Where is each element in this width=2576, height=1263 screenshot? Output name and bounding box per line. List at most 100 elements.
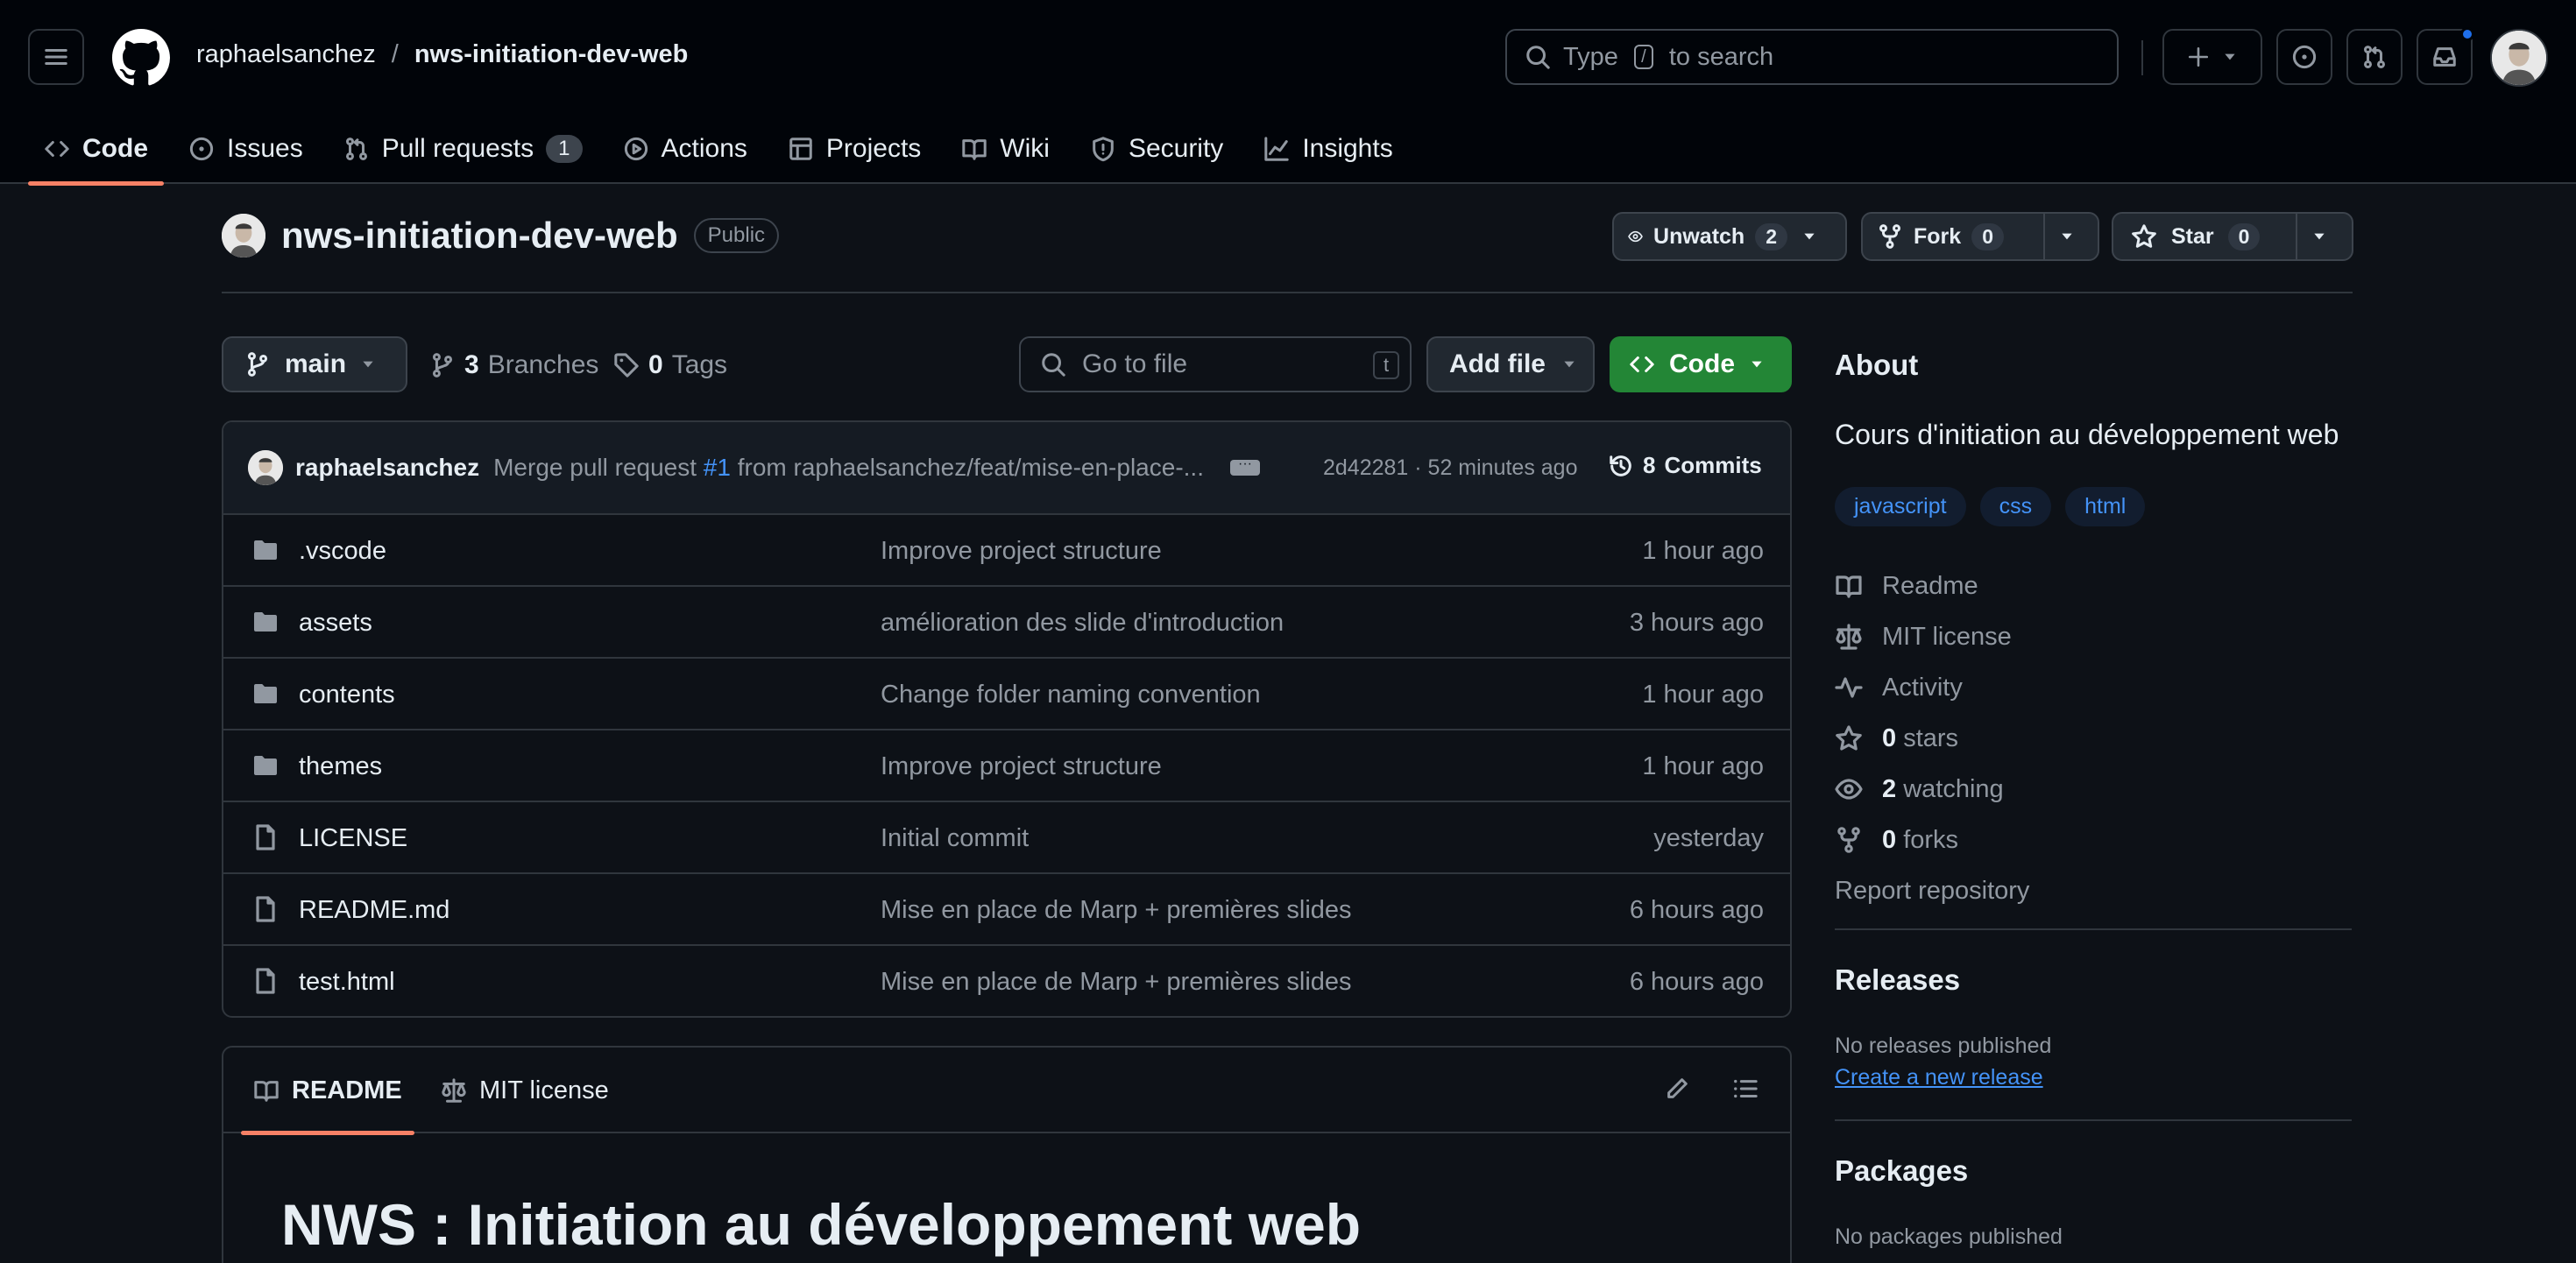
fork-count: 0 — [1971, 222, 2004, 250]
watching-link[interactable]: 2 watching — [1835, 764, 2029, 815]
issues-shortcut-button[interactable] — [2276, 29, 2332, 85]
file-commit-message[interactable]: Improve project structure — [881, 752, 1162, 781]
fork-main[interactable]: Fork 0 — [1863, 214, 2043, 259]
tags-link[interactable]: 0 Tags — [613, 350, 727, 380]
topic-tag[interactable]: html — [2065, 487, 2146, 526]
star-label: Star — [2171, 223, 2214, 249]
commit-sha-time[interactable]: 2d42281 · 52 minutes ago — [1323, 455, 1578, 481]
law-icon — [441, 1077, 467, 1104]
file-name[interactable]: .vscode — [299, 537, 386, 566]
commit-pr-link[interactable]: #1 — [704, 454, 731, 481]
file-name[interactable]: contents — [299, 681, 395, 709]
commit-author-avatar[interactable] — [248, 450, 283, 485]
user-avatar[interactable] — [2490, 29, 2548, 87]
tab-security[interactable]: Security — [1074, 114, 1239, 184]
unwatch-main[interactable]: Unwatch 2 — [1614, 214, 1801, 259]
unwatch-button[interactable]: Unwatch 2 — [1612, 212, 1847, 261]
file-commit-message[interactable]: Mise en place de Marp + premières slides — [881, 968, 1352, 997]
tab-readme-label: README — [292, 1076, 402, 1104]
github-logo-icon[interactable] — [112, 29, 170, 87]
file-commit-message[interactable]: Mise en place de Marp + premières slides — [881, 896, 1352, 925]
topic-tag[interactable]: css — [1979, 487, 2052, 526]
pull-requests-shortcut-button[interactable] — [2346, 29, 2403, 85]
forks-link[interactable]: 0 forks — [1835, 815, 2029, 865]
file-commit-time: yesterday — [1653, 824, 1764, 852]
branches-link[interactable]: 3 Branches — [429, 350, 598, 380]
code-icon — [1630, 356, 1654, 372]
breadcrumb-owner[interactable]: raphaelsanchez — [196, 40, 376, 69]
fork-button[interactable]: Fork 0 — [1861, 212, 2099, 261]
triangle-down-icon — [2314, 233, 2325, 240]
list-unordered-icon — [1734, 1079, 1758, 1098]
table-row[interactable]: contents Change folder naming convention 1… — [223, 659, 1790, 730]
tab-license[interactable]: MIT license — [441, 1048, 609, 1133]
repo-forked-icon — [1837, 827, 1860, 853]
git-branch-icon — [247, 352, 268, 377]
edit-readme-button[interactable] — [1664, 1076, 1690, 1102]
table-row[interactable]: assets amélioration des slide d'introduct… — [223, 587, 1790, 659]
topic-tag[interactable]: javascript — [1835, 487, 1966, 526]
breadcrumb: raphaelsanchez / nws-initiation-dev-web — [196, 40, 688, 69]
table-row[interactable]: test.html Mise en place de Marp + premièr… — [223, 946, 1790, 1016]
create-new-button[interactable] — [2162, 29, 2262, 85]
commit-message-pre: Merge pull request — [493, 454, 697, 481]
file-commit-message[interactable]: Initial commit — [881, 824, 1029, 853]
file-commit-message[interactable]: Improve project structure — [881, 537, 1162, 566]
table-row[interactable]: .vscode Improve project structure 1 hour a… — [223, 515, 1790, 587]
table-row[interactable]: themes Improve project structure 1 hour ag… — [223, 730, 1790, 802]
table-row[interactable]: LICENSE Initial commit yesterday — [223, 802, 1790, 874]
file-name[interactable]: themes — [299, 752, 382, 781]
menu-button[interactable] — [28, 29, 84, 85]
tab-pull-requests[interactable]: Pull requests 1 — [328, 114, 598, 184]
commit-author[interactable]: raphaelsanchez — [295, 454, 479, 482]
tags-label: Tags — [671, 350, 728, 379]
sidebar-divider — [1835, 1119, 2352, 1121]
star-dropdown[interactable] — [2296, 214, 2341, 259]
book-icon — [253, 1077, 280, 1104]
fork-dropdown[interactable] — [2043, 214, 2089, 259]
packages-title[interactable]: Packages — [1835, 1154, 1968, 1188]
commit-message[interactable]: Merge pull request #1 from raphaelsanche… — [493, 454, 1204, 482]
table-row[interactable]: README.md Mise en place de Marp + premièr… — [223, 874, 1790, 946]
tab-insights[interactable]: Insights — [1248, 114, 1408, 184]
releases-title[interactable]: Releases — [1835, 963, 1960, 997]
notifications-button[interactable] — [2417, 27, 2474, 85]
file-name[interactable]: assets — [299, 609, 372, 638]
branch-selector[interactable]: main — [222, 336, 407, 392]
tab-pull-requests-label: Pull requests — [381, 134, 534, 163]
activity-link[interactable]: Activity — [1835, 662, 2029, 713]
report-repository-link[interactable]: Report repository — [1835, 865, 2029, 916]
tab-projects[interactable]: Projects — [772, 114, 937, 184]
stars-link[interactable]: 0 stars — [1835, 713, 2029, 764]
file-name[interactable]: README.md — [299, 896, 449, 925]
git-pull-request-icon — [2364, 46, 2385, 68]
search-shortcut-key: / — [1633, 45, 1653, 69]
tab-wiki[interactable]: Wiki — [945, 114, 1065, 184]
global-search-input[interactable]: Type / to search — [1505, 29, 2119, 85]
code-button[interactable]: Code — [1610, 336, 1792, 392]
about-description: Cours d'initiation au développement web — [1835, 419, 2339, 450]
file-commit-message[interactable]: amélioration des slide d'introduction — [881, 609, 1284, 638]
file-name[interactable]: test.html — [299, 968, 395, 997]
search-placeholder-post: to search — [1668, 42, 1774, 71]
tab-code[interactable]: Code — [28, 114, 164, 186]
license-link[interactable]: MIT license — [1835, 611, 2029, 662]
star-main[interactable]: Star 0 — [2113, 214, 2296, 259]
create-release-link[interactable]: Create a new release — [1835, 1065, 2043, 1090]
tab-issues[interactable]: Issues — [173, 114, 319, 184]
tab-actions[interactable]: Actions — [607, 114, 763, 184]
file-name[interactable]: LICENSE — [299, 824, 407, 853]
folder-icon — [251, 751, 280, 780]
add-file-button[interactable]: Add file — [1426, 336, 1595, 392]
tab-readme[interactable]: README — [241, 1048, 414, 1135]
owner-avatar[interactable] — [222, 214, 265, 258]
go-to-file-input[interactable]: Go to file t — [1019, 336, 1412, 392]
commit-expand-button[interactable]: ··· — [1229, 457, 1260, 476]
commits-history-link[interactable]: 8 Commits — [1608, 452, 1762, 479]
readme-outline-button[interactable] — [1732, 1076, 1759, 1102]
file-commit-message[interactable]: Change folder naming convention — [881, 681, 1261, 709]
star-button[interactable]: Star 0 — [2112, 212, 2353, 261]
readme-link[interactable]: Readme — [1835, 561, 2029, 611]
breadcrumb-repo[interactable]: nws-initiation-dev-web — [414, 40, 689, 69]
repo-name[interactable]: nws-initiation-dev-web — [281, 215, 678, 257]
